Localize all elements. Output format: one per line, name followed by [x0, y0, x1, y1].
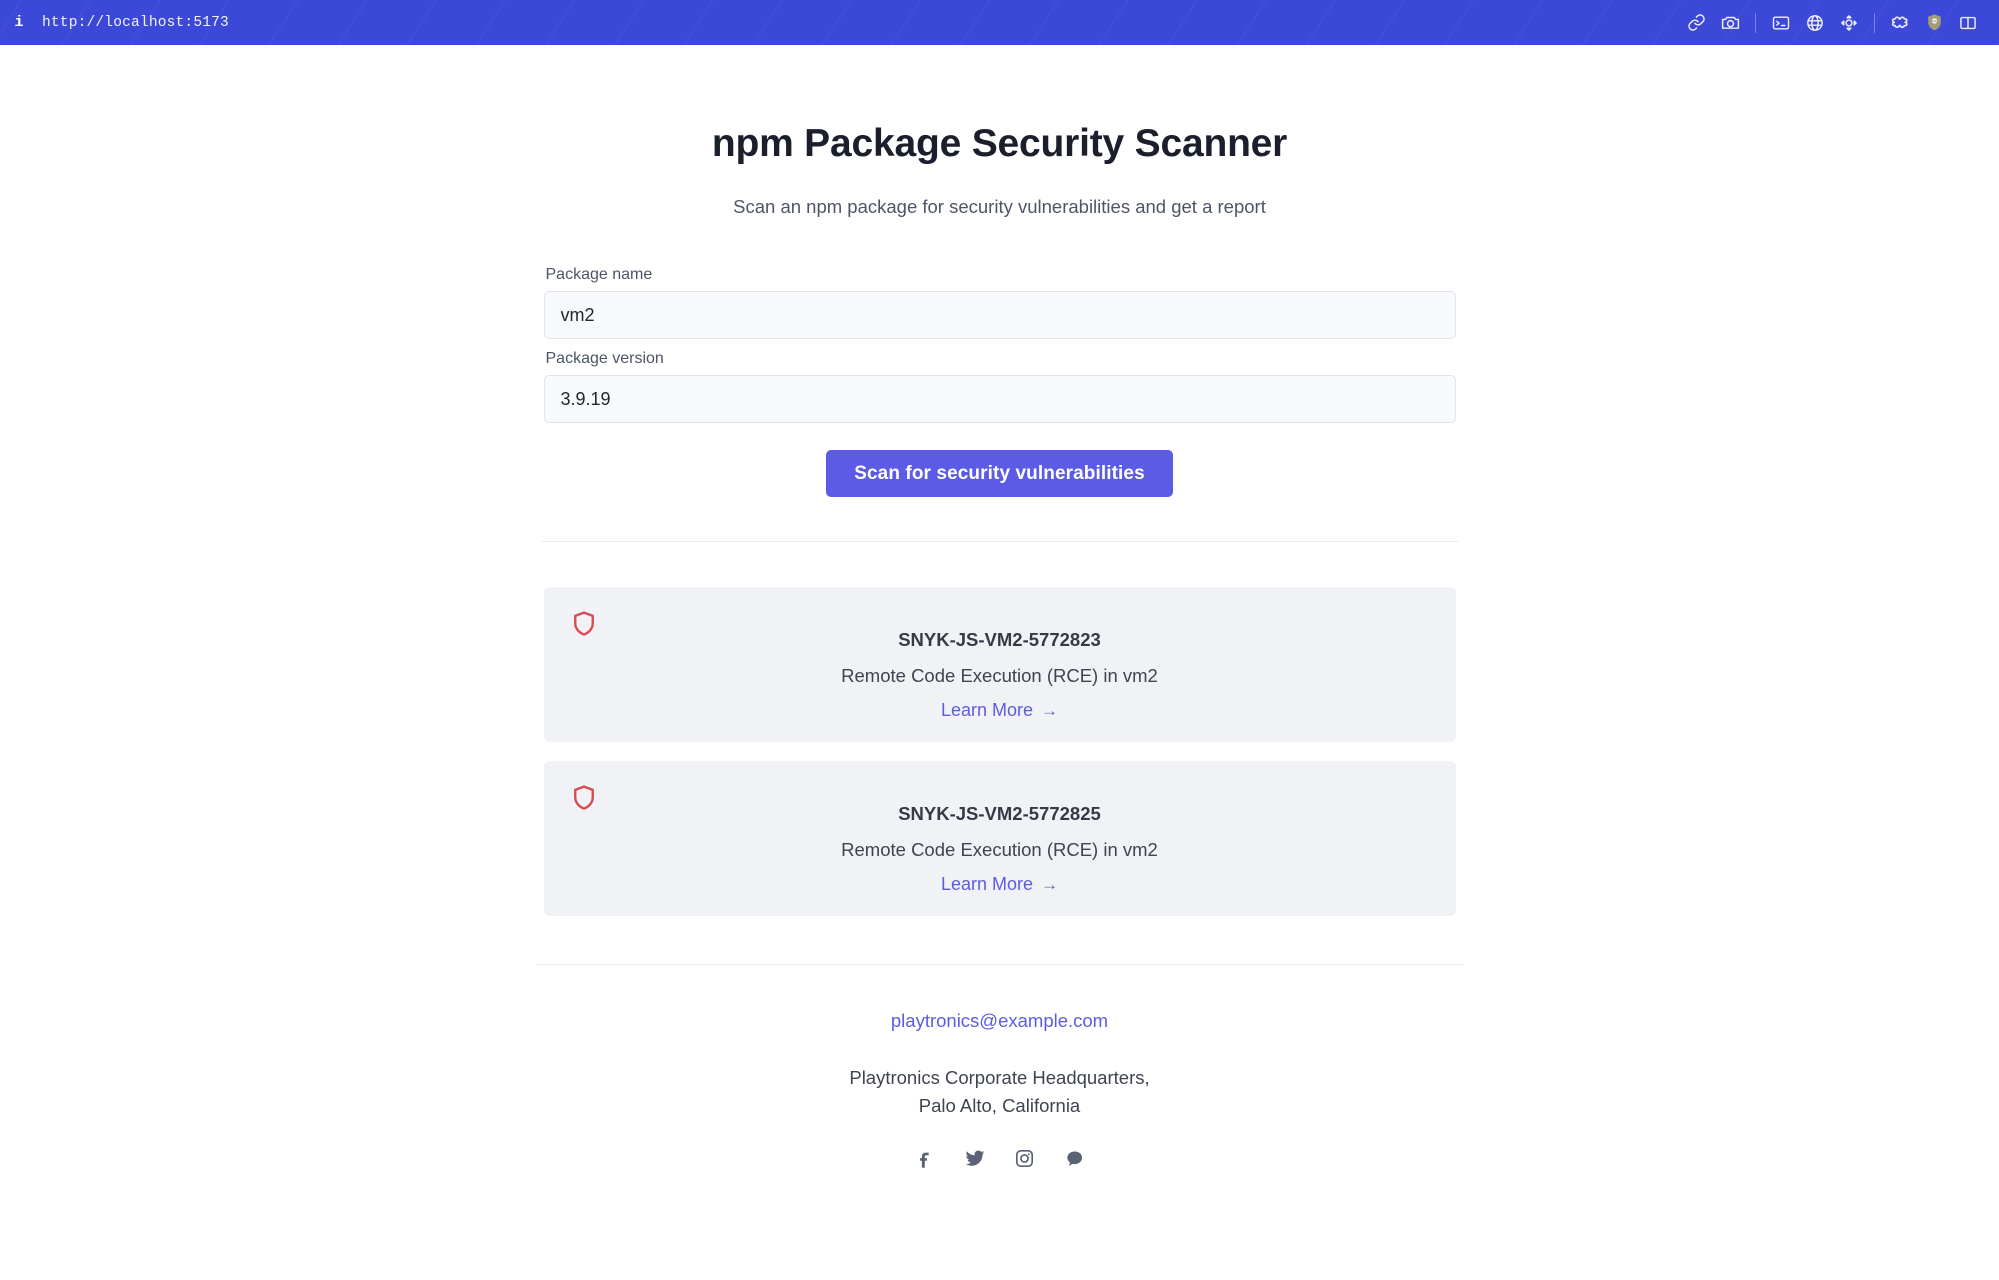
package-name-input[interactable] — [543, 291, 1456, 339]
footer: playtronics@example.com Playtronics Corp… — [536, 965, 1464, 1170]
toolbar-divider — [1755, 12, 1756, 33]
package-name-label: Package name — [545, 266, 653, 283]
scan-form: Package name Package version Scan for se… — [536, 266, 1464, 497]
submit-row: Scan for security vulnerabilities — [544, 450, 1456, 497]
shield-badge-icon[interactable]: uo — [1917, 6, 1951, 40]
learn-more-label: Learn More — [940, 700, 1034, 720]
learn-more-link[interactable]: Learn More → — [941, 700, 1058, 721]
form-results-divider — [540, 541, 1459, 542]
twitter-icon[interactable] — [963, 1146, 987, 1170]
social-links — [536, 1146, 1464, 1170]
terminal-icon[interactable] — [1764, 6, 1798, 40]
vulnerability-body: SNYK-JS-VM2-5772823 Remote Code Executio… — [544, 629, 1456, 721]
camera-icon[interactable] — [1713, 6, 1747, 40]
arrow-right-icon: → — [1041, 875, 1059, 894]
vulnerability-list: SNYK-JS-VM2-5772823 Remote Code Executio… — [536, 587, 1464, 916]
chrome-left-group: i http://localhost:5173 — [0, 15, 229, 31]
puzzle-icon[interactable] — [1883, 6, 1917, 40]
vulnerability-card: SNYK-JS-VM2-5772823 Remote Code Executio… — [543, 587, 1456, 742]
browser-chrome-bar: i http://localhost:5173 uo — [0, 0, 1999, 45]
arrow-right-icon: → — [1041, 701, 1059, 720]
footer-address-line1: Playtronics Corporate Headquarters, — [849, 1067, 1150, 1088]
footer-email-link[interactable]: playtronics@example.com — [891, 1010, 1108, 1031]
page-title: npm Package Security Scanner — [711, 122, 1288, 165]
package-version-label: Package version — [545, 350, 664, 367]
package-version-input[interactable] — [543, 375, 1456, 423]
field-spacer — [544, 339, 1456, 350]
facebook-icon[interactable] — [913, 1146, 937, 1170]
instagram-icon[interactable] — [1013, 1146, 1037, 1170]
toolbar-divider — [1874, 12, 1875, 33]
url-text[interactable]: http://localhost:5173 — [42, 15, 229, 31]
learn-more-label: Learn More — [940, 874, 1034, 894]
vulnerability-description: Remote Code Execution (RCE) in vm2 — [841, 665, 1158, 686]
link-icon[interactable] — [1679, 6, 1713, 40]
vulnerability-card: SNYK-JS-VM2-5772825 Remote Code Executio… — [543, 761, 1456, 916]
target-icon[interactable] — [1832, 6, 1866, 40]
learn-more-link[interactable]: Learn More → — [941, 874, 1058, 895]
vulnerability-description: Remote Code Execution (RCE) in vm2 — [841, 839, 1158, 860]
vulnerability-id: SNYK-JS-VM2-5772823 — [898, 629, 1101, 650]
svg-text:uo: uo — [1932, 19, 1936, 23]
content-wrapper: npm Package Security Scanner Scan an npm… — [535, 45, 1464, 1170]
page-root: npm Package Security Scanner Scan an npm… — [0, 45, 1999, 1280]
chrome-toolbar: uo — [1679, 6, 1999, 40]
chat-bubble-icon[interactable] — [1063, 1146, 1087, 1170]
info-icon: i — [14, 14, 24, 31]
vulnerability-body: SNYK-JS-VM2-5772825 Remote Code Executio… — [544, 803, 1456, 895]
page-subtitle: Scan an npm package for security vulnera… — [733, 196, 1266, 217]
footer-address-line2: Palo Alto, California — [918, 1095, 1081, 1117]
vulnerability-id: SNYK-JS-VM2-5772825 — [898, 803, 1101, 824]
footer-address: Playtronics Corporate Headquarters, Palo… — [536, 1064, 1464, 1120]
scan-button[interactable]: Scan for security vulnerabilities — [826, 450, 1173, 497]
globe-icon[interactable] — [1798, 6, 1832, 40]
split-panel-icon[interactable] — [1951, 6, 1985, 40]
